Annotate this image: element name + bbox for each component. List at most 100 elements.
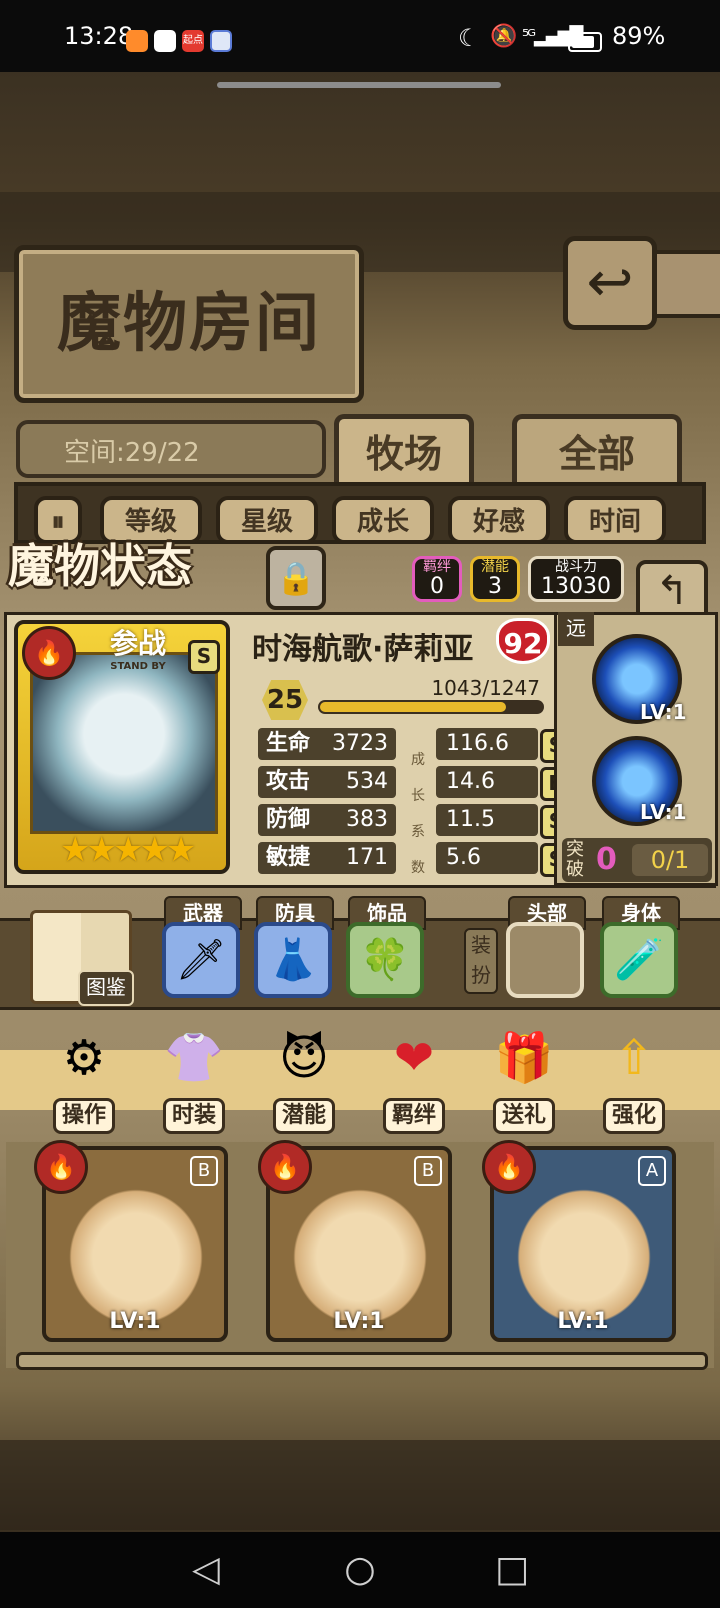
status-bar: 13:28 起点 ☾ 🔕 ⁵ᴳ▂▄▆█ 89% <box>0 0 720 72</box>
monster-status-title: 魔物状态 <box>8 539 192 593</box>
growth-agility: 5.6 S <box>436 842 572 877</box>
accessory-slot[interactable]: 🍀 <box>346 922 424 998</box>
level-badge: 25 <box>262 680 308 720</box>
stat-label: 攻击 <box>266 769 311 794</box>
iflytek-icon <box>210 30 232 52</box>
growth-coefficient-label: 成长系数 <box>411 752 425 876</box>
stat-hp: 生命 3723 <box>258 728 396 760</box>
sword-icon: 🗡 <box>175 937 227 983</box>
clock: 13:28 <box>64 22 134 50</box>
menu-bond-button[interactable]: ❤ 羁绊 <box>366 1022 462 1134</box>
menu-label: 羁绊 <box>382 1098 445 1134</box>
sort-affection-button[interactable]: 好感 <box>448 496 550 544</box>
menu-label: 操作 <box>52 1098 115 1134</box>
stat-label: 生命 <box>266 731 311 756</box>
tab-all[interactable]: 全部 <box>512 414 682 484</box>
power-label: 战斗力 <box>555 559 597 575</box>
hearts-icon: ❤ <box>393 1030 435 1086</box>
monster-thumbnail <box>60 1180 212 1320</box>
qidian-icon: 起点 <box>182 30 204 52</box>
bottom-border <box>0 1440 720 1530</box>
affection-heart: 92 <box>496 618 550 664</box>
codex-label: 图鉴 <box>78 970 134 1006</box>
weapon-slot[interactable]: 🗡 <box>162 922 240 998</box>
stat-value: 171 <box>346 845 388 870</box>
growth-value: 116.6 <box>446 731 509 756</box>
stat-attack: 攻击 534 <box>258 766 396 798</box>
fire-element-icon: 🔥 <box>258 1140 312 1194</box>
growth-value: 14.6 <box>446 769 495 794</box>
menu-label: 时装 <box>162 1098 225 1134</box>
monster-thumbnail <box>284 1180 436 1320</box>
moon-icon: ☾ <box>458 24 480 52</box>
standby-label: 参战 <box>109 627 166 660</box>
menu-gift-button[interactable]: 🎁 送礼 <box>476 1022 572 1134</box>
return-icon: ↩ <box>586 250 634 315</box>
home-nav-button[interactable]: ○ <box>330 1532 390 1608</box>
menu-outfit-button[interactable]: 👚 时装 <box>146 1022 242 1134</box>
menu-potential-button[interactable]: 😈 潜能 <box>256 1022 352 1134</box>
stat-label: 敏捷 <box>266 845 311 870</box>
gift-icon: 🎁 <box>494 1030 554 1086</box>
growth-attack: 14.6 B <box>436 766 572 801</box>
fire-element-icon: 🔥 <box>482 1140 536 1194</box>
breakthrough-label: 突破 <box>566 839 584 880</box>
monster-level: LV:1 <box>109 1309 161 1334</box>
tab-ranch[interactable]: 牧场 <box>334 414 474 484</box>
monster-level: LV:1 <box>333 1309 385 1334</box>
potion-necklace-icon: 🧪 <box>614 937 664 983</box>
card-grade-badge: S <box>188 640 220 674</box>
fire-element-icon: 🔥 <box>34 1140 88 1194</box>
bond-value: 0 <box>430 574 444 599</box>
growth-defense: 11.5 S <box>436 804 572 839</box>
return-icon: ↰ <box>655 568 689 614</box>
sort-time-button[interactable]: 时间 <box>564 496 666 544</box>
armor-slot[interactable]: 👗 <box>254 922 332 998</box>
browser-icon <box>154 30 176 52</box>
menu-enhance-button[interactable]: ⇧ 强化 <box>586 1022 682 1134</box>
head-slot[interactable] <box>506 922 584 998</box>
back-nav-button[interactable]: ◁ <box>176 1532 236 1608</box>
monster-grade: B <box>190 1156 218 1186</box>
growth-hp: 116.6 S <box>436 728 572 763</box>
monster-portrait <box>30 652 218 834</box>
fire-element-icon: 🔥 <box>22 626 76 680</box>
star-rating: ★★★★★ <box>60 830 196 870</box>
room-back-button[interactable]: ↩ <box>563 236 657 330</box>
menu-operate-button[interactable]: ⚙ 操作 <box>36 1022 132 1134</box>
stat-value: 534 <box>346 769 388 794</box>
clover-icon: 🍀 <box>360 937 410 983</box>
monster-grade: A <box>638 1156 666 1186</box>
menu-label: 强化 <box>602 1098 665 1134</box>
outfit-icon: 👚 <box>164 1030 224 1086</box>
bond-badge: 羁绊 0 <box>412 556 462 602</box>
list-scroll-rail[interactable] <box>16 1352 708 1370</box>
monster-level: LV:1 <box>557 1309 609 1334</box>
potential-badge: 潜能 3 <box>470 556 520 602</box>
menu-label: 潜能 <box>272 1098 335 1134</box>
demon-icon: 😈 <box>278 1030 330 1086</box>
recent-apps-button[interactable]: □ <box>482 1532 542 1608</box>
lock-button[interactable]: 🔒 <box>266 546 326 610</box>
space-counter: 空间:29/22 <box>16 420 326 478</box>
skill-level: LV:1 <box>640 800 687 824</box>
menu-label: 送礼 <box>492 1098 555 1134</box>
room-title: 魔物房间 <box>14 245 364 403</box>
dress-up-button[interactable]: 装扮 <box>464 928 498 994</box>
body-slot[interactable]: 🧪 <box>600 922 678 998</box>
dress-icon: 👗 <box>268 937 318 983</box>
sort-growth-button[interactable]: 成长 <box>332 496 434 544</box>
monster-grade: B <box>414 1156 442 1186</box>
drag-handle[interactable] <box>217 82 501 88</box>
breakthrough-progress: 0/1 <box>632 844 708 876</box>
battery-icon <box>568 32 602 52</box>
standby-badge: 参战 STAND BY <box>70 622 206 672</box>
mute-icon: 🔕 <box>490 24 518 49</box>
bond-label: 羁绊 <box>423 559 451 575</box>
potential-value: 3 <box>488 574 502 599</box>
exp-bar-fill <box>320 702 506 712</box>
growth-value: 5.6 <box>446 845 481 870</box>
stat-label: 防御 <box>266 807 311 832</box>
growth-value: 11.5 <box>446 807 495 832</box>
standby-en-label: STAND BY <box>110 661 166 672</box>
